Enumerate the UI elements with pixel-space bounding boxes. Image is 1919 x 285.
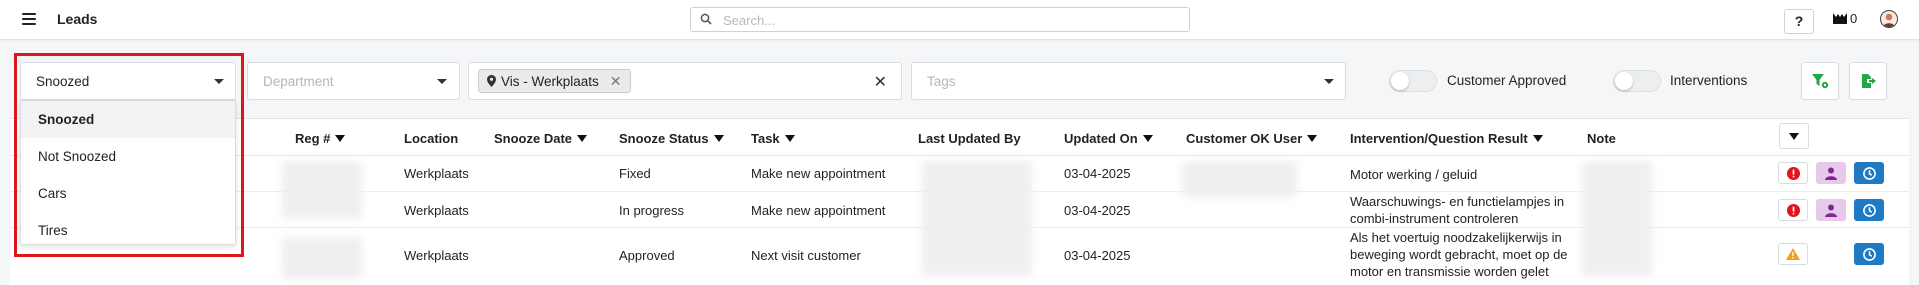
exclamation-circle-icon [1786,166,1800,180]
clear-icon[interactable]: ✕ [874,72,887,92]
column-header-reg[interactable]: Reg # [295,131,346,146]
warning-triangle-icon [1786,248,1800,260]
column-header-last-updated-by: Last Updated By [918,131,1021,146]
search-box[interactable] [690,7,1190,32]
inbox-count: 0 [1850,11,1858,26]
sort-icon[interactable] [1307,135,1318,142]
exclamation-circle-icon [1786,203,1800,217]
header-divider [10,155,1909,156]
chevron-down-icon [1324,79,1334,84]
chevron-down-icon [437,79,447,84]
highlight-annotation [14,53,244,257]
cell-result: Motor werking / geluid [1350,167,1478,182]
location-chip[interactable]: Vis - Werkplaats ✕ [478,69,631,93]
sort-icon[interactable] [713,135,724,142]
toggle-knob [1615,72,1633,90]
chip-remove-icon[interactable]: ✕ [610,73,622,90]
top-bar: Leads ? 0 [0,0,1919,40]
toggle-knob [1391,72,1409,90]
hamburger-menu-icon[interactable] [22,13,36,25]
cell-task: Make new appointment [751,166,886,181]
location-chip-label: Vis - Werkplaats [501,73,599,89]
cell-snooze-status: Approved [619,248,675,263]
tags-filter-select[interactable]: Tags [911,62,1346,100]
cell-updated-on: 03-04-2025 [1064,166,1131,181]
redacted-note [1582,161,1652,276]
snooze-button[interactable] [1854,243,1884,265]
user-icon [1825,204,1837,217]
location-filter-select[interactable]: Vis - Werkplaats ✕ ✕ [468,62,902,100]
clock-icon [1862,247,1876,261]
cell-location: Werkplaats [404,248,469,263]
customer-approved-label: Customer Approved [1447,73,1567,88]
warning-button[interactable] [1778,243,1808,265]
cell-snooze-status: Fixed [619,166,651,181]
clock-icon [1862,203,1876,217]
map-marker-icon [487,75,496,87]
cell-task: Make new appointment [751,203,886,218]
alert-button[interactable] [1778,199,1808,221]
sort-icon[interactable] [577,135,588,142]
filter-settings-button[interactable] [1801,62,1839,100]
sort-icon[interactable] [335,135,346,142]
column-header-snooze-date[interactable]: Snooze Date [494,131,588,146]
cell-snooze-status: In progress [619,203,685,218]
department-filter-select[interactable]: Department [247,62,460,100]
help-button[interactable]: ? [1784,9,1814,34]
export-file-icon [1862,74,1876,88]
leads-table: Reg # Location Snooze Date Snooze Status… [10,118,1909,285]
user-icon [1825,167,1837,180]
search-input[interactable] [723,11,1173,29]
cell-task: Next visit customer [751,248,861,263]
column-options-button[interactable] [1779,123,1809,149]
sort-icon[interactable] [1532,135,1543,142]
column-header-snooze-status[interactable]: Snooze Status [619,131,724,146]
tags-placeholder: Tags [927,74,956,89]
sort-icon[interactable] [784,135,795,142]
column-header-intervention-result[interactable]: Intervention/Question Result [1350,131,1543,146]
chevron-down-icon [1789,132,1799,140]
page-title: Leads [57,11,98,27]
user-avatar-icon [1883,13,1895,27]
snooze-button[interactable] [1854,162,1884,184]
customer-button[interactable] [1816,199,1846,221]
export-button[interactable] [1849,62,1887,100]
department-placeholder: Department [263,74,334,89]
redacted-user [922,161,1032,276]
redacted-reg [282,237,362,279]
cell-updated-on: 03-04-2025 [1064,203,1131,218]
cell-result: Waarschuwings- en functielampjes in comb… [1350,194,1565,226]
snooze-button[interactable] [1854,199,1884,221]
filter-gear-icon [1812,74,1829,89]
column-header-location: Location [404,131,459,146]
interventions-toggle[interactable] [1613,70,1661,92]
alert-button[interactable] [1778,162,1808,184]
cell-updated-on: 03-04-2025 [1064,248,1131,263]
redacted-customer-user [1182,161,1297,197]
inbox-icon [1833,13,1847,24]
column-header-note: Note [1587,131,1616,146]
cell-result: Als het voertuig noodzakelijkerwijs in b… [1350,230,1568,279]
clock-icon [1862,166,1876,180]
customer-button[interactable] [1816,162,1846,184]
cell-location: Werkplaats [404,203,469,218]
interventions-label: Interventions [1670,73,1748,88]
column-header-updated-on[interactable]: Updated On [1064,131,1153,146]
cell-location: Werkplaats [404,166,469,181]
customer-approved-toggle[interactable] [1389,70,1437,92]
inbox-counter[interactable]: 0 [1833,11,1857,26]
avatar[interactable] [1880,10,1898,28]
redacted-reg [282,161,362,219]
column-header-task[interactable]: Task [751,131,795,146]
column-header-customer-ok-user[interactable]: Customer OK User [1186,131,1318,146]
search-icon [700,13,712,25]
sort-icon[interactable] [1142,135,1153,142]
